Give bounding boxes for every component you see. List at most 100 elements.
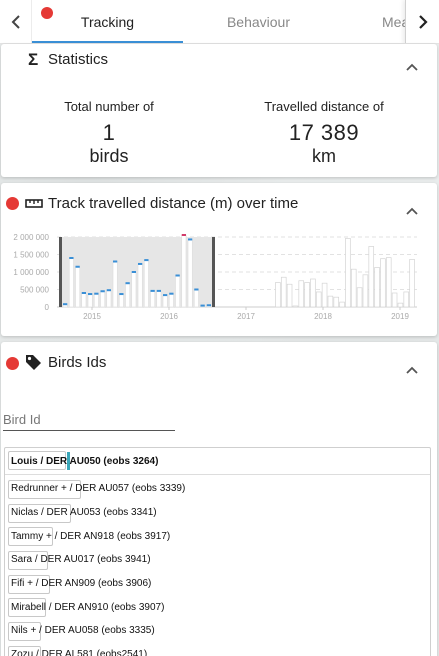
chevron-up-icon[interactable] [405,363,419,377]
bird-list-item[interactable]: Mirabell / DER AN910 (eobs 3907) [5,595,430,619]
chevron-left-icon [11,15,20,29]
bird-list-item[interactable]: Nils + / DER AU058 (eobs 3335) [5,619,430,643]
bird-item-label: Redrunner + / DER AU057 (eobs 3339) [11,483,186,495]
bar [321,282,328,308]
bar-top [206,304,211,307]
bar [310,278,316,308]
bar [280,276,287,308]
bar [75,266,81,308]
tab-label: Behaviour [226,14,291,30]
bird-list-item[interactable]: Tammy + / DER AN918 (eobs 3917) [5,524,430,548]
bar [409,259,415,308]
bar [397,302,404,308]
bar [391,292,398,308]
y-tick-label: 500 000 [20,286,49,295]
bar [374,267,380,308]
birds-ids-card: Birds Ids Louis / DER AU050 (eobs 3264) R… [1,342,437,656]
tab-bar: Tracking Behaviour Mea [0,0,439,44]
statistics-header[interactable]: Σ Statistics [1,44,437,80]
y-tick-label: 1 500 000 [13,251,49,260]
y-tick-label: 2 000 000 [13,233,49,242]
bar-top [119,293,124,296]
bar-top [75,265,80,268]
track-distance-title: Track travelled distance (m) over time [48,195,299,212]
bird-id-field [3,409,175,431]
bird-item-label: Fifi + / DER AN909 (eobs 3906) [11,578,152,590]
bird-list-item[interactable]: Zozu / DER AL581 (eobs2541) [5,643,430,656]
total-birds-value: 1 [102,120,116,145]
sigma-icon: Σ [28,50,39,69]
bar-top [156,289,161,292]
bar [362,274,369,308]
bird-item-label: Niclas / DER AU053 (eobs 3341) [11,507,157,519]
bar [81,292,87,308]
bar [350,268,357,308]
travelled-distance-value: 17 389 [288,120,360,145]
tab-scroll-right-button[interactable] [405,0,439,43]
travelled-distance-label: Travelled distance of [264,99,384,114]
bar-top [131,271,136,273]
bar [304,282,310,308]
chevron-right-icon [418,15,428,29]
bird-item-label: Mirabell / DER AN910 (eobs 3907) [11,601,165,613]
bird-item-label: Nils + / DER AU058 (eobs 3335) [11,625,155,637]
bird-list-item[interactable]: Sara / DER AU017 (eobs 3941) [5,548,430,572]
bar [345,238,351,308]
bar [168,293,174,308]
bird-item-label: Sara / DER AU017 (eobs 3941) [11,554,151,566]
bar [137,263,143,308]
bar-top [125,282,130,285]
total-birds-unit: birds [89,146,129,166]
chevron-up-icon[interactable] [405,60,419,74]
bar [112,261,118,308]
travelled-distance-stat: Travelled distance of 17 389 km [224,99,424,167]
bar [356,287,363,308]
track-distance-header[interactable]: Track travelled distance (m) over time [1,183,437,219]
bar-top [175,274,180,277]
bird-list-item[interactable]: Redrunner + / DER AU057 (eobs 3339) [5,477,430,501]
bird-id-input[interactable] [3,409,175,429]
tab-tracking[interactable]: Tracking [32,0,183,43]
tab-behaviour[interactable]: Behaviour [183,0,334,43]
bar [68,257,74,308]
bar [131,271,137,308]
bar [385,257,392,308]
bar-top [63,303,68,306]
bar [125,282,131,308]
bar-top [106,289,111,292]
bar-top [188,238,193,241]
bar [327,295,334,308]
bar-top [200,304,205,307]
x-tick-label: 2019 [391,312,409,321]
chevron-up-icon[interactable] [405,204,419,218]
tab-label: Tracking [80,14,135,30]
track-distance-chart[interactable]: 2 000 000 1 500 000 1 000 000 500 000 0 2015 2… [1,223,437,331]
bar [368,246,375,308]
birds-ids-header[interactable]: Birds Ids [1,342,437,378]
alert-dot [6,357,19,370]
y-tick-label: 0 [45,303,50,312]
bar [315,291,322,308]
bar [292,305,299,308]
bird-list-item[interactable]: Fifi + / DER AN909 (eobs 3906) [5,572,430,596]
track-distance-card: Track travelled distance (m) over time 2… [1,183,437,336]
bar-top [69,257,74,259]
bird-id-list[interactable]: Louis / DER AU050 (eobs 3264) Redrunner +… [4,447,431,656]
x-tick-label: 2015 [83,312,101,321]
bar-top [144,259,149,262]
tab-scroll-left-button[interactable] [0,0,32,43]
bar [143,259,149,308]
bar [333,296,340,308]
active-tab-indicator [32,41,183,43]
total-birds-label: Total number of [64,99,154,114]
bar [87,293,93,308]
bar [106,289,112,308]
bar [403,291,410,308]
bar [193,289,199,308]
bar [181,234,187,308]
bird-list-item[interactable]: Louis / DER AU050 (eobs 3264) [5,448,430,475]
alert-dot [6,197,19,210]
bar-top [81,292,86,294]
bird-list-item[interactable]: Niclas / DER AU053 (eobs 3341) [5,501,430,525]
bird-item-label: Zozu / DER AL581 (eobs2541) [11,649,148,656]
